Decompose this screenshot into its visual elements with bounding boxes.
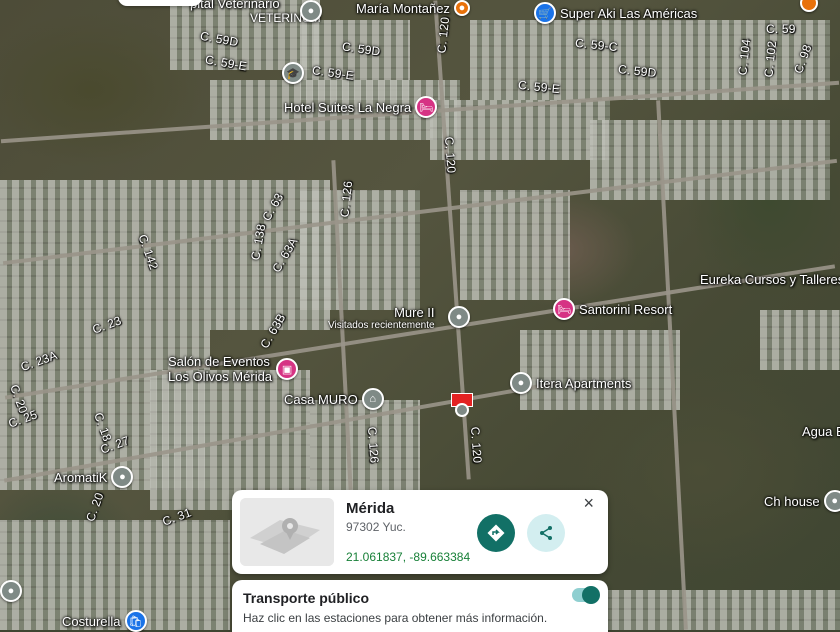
transit-toggle[interactable] xyxy=(572,586,600,604)
location-coordinates[interactable]: 21.061837, -89.663384 xyxy=(346,550,470,564)
poi-ch-house[interactable]: Ch house ● xyxy=(764,490,840,512)
poi-sublabel: Visitados recientemente xyxy=(328,320,435,331)
transit-description: Haz clic en las estaciones para obtener … xyxy=(243,611,548,625)
poi-super-aki[interactable]: 🛒 Super Aki Las Américas xyxy=(534,2,697,24)
poi-label: Ch house xyxy=(764,493,820,509)
top-bar-pill[interactable] xyxy=(118,0,202,6)
poi-casa-muro[interactable]: Casa MURO ⌂ xyxy=(284,388,384,410)
location-title: Mérida xyxy=(346,500,395,517)
hotel-bed-icon: 🛏 xyxy=(415,96,438,118)
location-info-card[interactable]: Mérida 97302 Yuc. 21.061837, -89.663384 … xyxy=(232,490,608,574)
orange-pin[interactable] xyxy=(800,0,818,12)
road-label: C. 120 xyxy=(468,426,485,464)
poi-label: María Montañez xyxy=(356,0,450,16)
close-button[interactable]: × xyxy=(583,494,594,512)
poi-label: Eureka Cursos y Talleres xyxy=(700,272,840,287)
event-venue-icon: ▣ xyxy=(276,358,299,380)
poi-mure-ii[interactable]: Mure II Visitados recientemente xyxy=(328,305,435,331)
selected-location-icon[interactable] xyxy=(455,403,469,417)
poi-costurella[interactable]: Costurella 🛍 xyxy=(62,610,147,632)
location-postal-code: 97302 Yuc. xyxy=(346,520,406,534)
poi-label: Salón de Eventos xyxy=(168,354,270,369)
poi-eureka[interactable]: Eureka Cursos y Talleres xyxy=(700,272,840,287)
poi-sublabel: Los Olivos Mérida xyxy=(168,369,273,384)
shopping-bag-icon: 🛍 xyxy=(124,610,147,632)
directions-button[interactable] xyxy=(477,514,515,552)
veterinum-pin[interactable]: ● xyxy=(300,0,322,22)
poi-label: Itera Apartments xyxy=(536,375,632,391)
place-pin-icon: ● xyxy=(0,580,22,602)
map-block xyxy=(520,330,680,410)
poi-label: Mure II xyxy=(394,305,435,320)
road-label: C. 120 xyxy=(434,16,453,54)
poi-label: Hotel Suites La Negra xyxy=(284,99,412,115)
place-pin-icon: ● xyxy=(823,490,840,512)
poi-hotel-suites-la-negra[interactable]: Hotel Suites La Negra 🛏 xyxy=(284,96,438,118)
map-block xyxy=(300,190,420,310)
graduation-cap-icon: 🎓 xyxy=(282,62,304,84)
map-3d-placeholder-icon xyxy=(240,498,334,566)
public-transit-card[interactable]: Transporte público Haz clic en las estac… xyxy=(232,580,608,632)
poi-salon-de-eventos[interactable]: Salón de Eventos Los Olivos Mérida ▣ xyxy=(168,354,299,384)
poi-itera-apartments[interactable]: ● Itera Apartments xyxy=(510,372,631,394)
map-block xyxy=(310,400,420,490)
road-label: C. 59 xyxy=(766,22,796,36)
poi-label: Santorini Resort xyxy=(579,301,673,317)
poi-aromatik[interactable]: AromatiK ● xyxy=(54,466,134,488)
place-pin-icon: ● xyxy=(300,0,322,22)
directions-icon xyxy=(487,524,505,542)
orange-place-icon xyxy=(800,0,818,12)
school-pin[interactable]: 🎓 xyxy=(282,62,304,84)
share-icon xyxy=(540,526,552,540)
poi-maria-montanez[interactable]: María Montañez ● xyxy=(356,0,470,16)
road-label: C. 120 xyxy=(442,136,459,174)
mure-pin[interactable]: ● xyxy=(448,306,470,328)
poi-label: Super Aki Las Américas xyxy=(560,5,698,21)
poi-label: Agua B xyxy=(802,424,840,439)
road-label: C. 20 xyxy=(83,490,107,524)
map-block xyxy=(760,310,840,370)
poi-label: pital Veterinario xyxy=(190,0,280,11)
shopping-cart-icon: 🛒 xyxy=(534,2,556,24)
left-edge-pin[interactable]: ● xyxy=(0,580,22,602)
poi-agua[interactable]: Agua B xyxy=(802,424,840,439)
street-view-thumbnail[interactable] xyxy=(240,498,334,566)
poi-label: Casa MURO xyxy=(284,391,358,407)
road-label: C. 126 xyxy=(365,426,382,464)
landmark-icon: ⌂ xyxy=(361,388,384,410)
place-pin-icon: ● xyxy=(111,466,134,488)
transit-title: Transporte público xyxy=(243,590,370,606)
map-block xyxy=(600,590,840,630)
poi-label: AromatiK xyxy=(54,469,108,485)
place-pin-icon: ● xyxy=(510,372,532,394)
shop-pin-icon: ● xyxy=(453,0,470,16)
share-button[interactable] xyxy=(527,514,565,552)
poi-label: Costurella xyxy=(62,613,121,629)
place-pin-icon: ● xyxy=(448,306,470,328)
hotel-bed-icon: 🛏 xyxy=(553,298,575,320)
poi-santorini-resort[interactable]: 🛏 Santorini Resort xyxy=(553,298,672,320)
